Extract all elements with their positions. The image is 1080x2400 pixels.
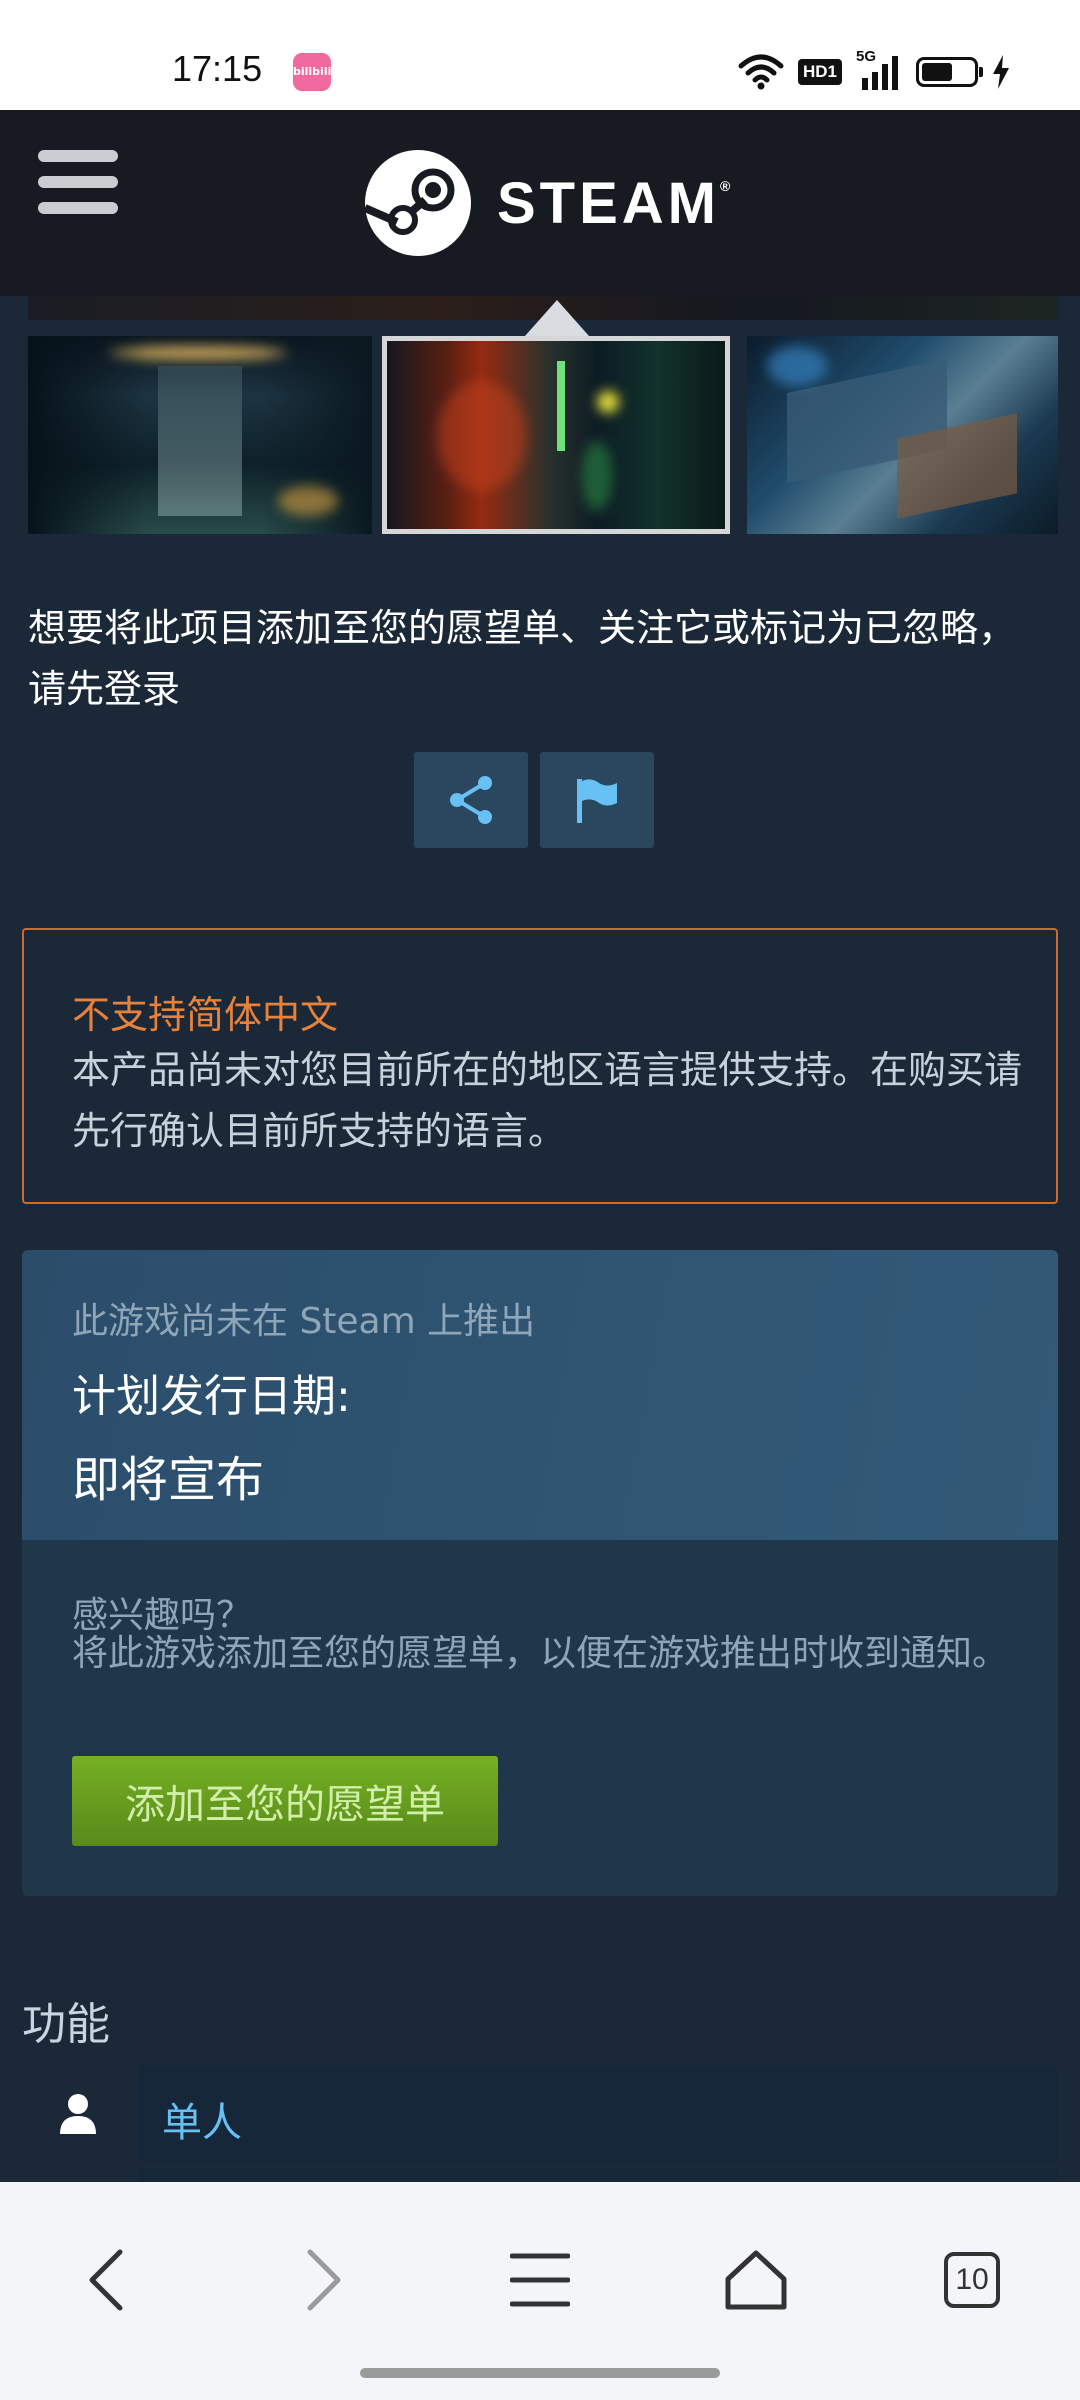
charging-icon [993, 55, 1009, 89]
flag-icon [577, 779, 617, 823]
feature-icon-cell [22, 2066, 134, 2162]
release-status: 此游戏尚未在 Steam 上推出 [72, 1301, 536, 1342]
release-date-section: 此游戏尚未在 Steam 上推出 计划发行日期: 即将宣布 [22, 1250, 1058, 1540]
steam-wordmark: STEAM® [497, 170, 731, 236]
browser-bottom-bar: 10 [0, 2182, 1080, 2400]
status-time: 17:15 [172, 48, 263, 89]
wifi-icon [738, 54, 784, 90]
status-icons: HD1 5G [738, 48, 1010, 94]
steam-logo[interactable]: STEAM® [363, 150, 731, 256]
wishlist-section: 感兴趣吗？ 将此游戏添加至您的愿望单，以便在游戏推出时收到通知。 添加至您的愿望… [22, 1540, 1058, 1896]
warning-body: 本产品尚未对您目前所在的地区语言提供支持。在购买请先行确认目前所支持的语言。 [72, 1048, 1023, 1153]
hd-voice-badge: HD1 [797, 59, 842, 85]
feature-label[interactable]: 单人 [162, 2090, 242, 2148]
back-button[interactable] [58, 2232, 154, 2328]
login-required-note: 想要将此项目添加至您的愿望单、关注它或标记为已忽略，请先登录 [28, 606, 1017, 711]
share-icon [450, 776, 492, 824]
tabs-button[interactable]: 10 [924, 2232, 1020, 2328]
release-date-label: 计划发行日期: [72, 1371, 351, 1422]
feature-item[interactable]: 单人 [22, 2066, 1058, 2162]
menu-button[interactable] [492, 2232, 588, 2328]
gesture-home-indicator[interactable] [360, 2368, 720, 2378]
language-support-warning: 不支持简体中文 本产品尚未对您目前所在的地区语言提供支持。在购买请先行确认目前所… [22, 928, 1058, 1204]
next-feature-row-edge [138, 2168, 1058, 2182]
report-button[interactable] [540, 752, 654, 848]
release-info-panel: 此游戏尚未在 Steam 上推出 计划发行日期: 即将宣布 感兴趣吗？ 将此游戏… [22, 1250, 1058, 1896]
battery-icon [916, 57, 983, 87]
share-button[interactable] [414, 752, 528, 848]
site-header: STEAM® [0, 110, 1080, 296]
interest-title: 感兴趣吗？ [72, 1595, 253, 1636]
list-menu-icon [510, 2253, 570, 2307]
steam-logo-icon [363, 150, 471, 256]
selected-thumbnail-pointer [525, 300, 589, 336]
interest-body: 将此游戏添加至您的愿望单，以便在游戏推出时收到通知。 [72, 1633, 1009, 1674]
back-arrow-icon [89, 2249, 123, 2311]
trademark-symbol: ® [720, 177, 731, 194]
screenshot-thumbnail-1[interactable] [28, 336, 372, 534]
features-heading: 功能 [22, 1999, 110, 2050]
battery-level [922, 63, 952, 81]
tab-count: 10 [944, 2252, 1000, 2308]
add-to-wishlist-button[interactable]: 添加至您的愿望单 [72, 1756, 498, 1846]
single-player-icon [60, 2094, 96, 2134]
home-icon [725, 2250, 787, 2310]
bilibili-notification-icon: bilibili [293, 53, 331, 91]
warning-title: 不支持简体中文 [72, 993, 339, 1037]
cellular-signal-icon: 5G [856, 48, 902, 92]
feature-label-cell: 单人 [138, 2066, 1058, 2162]
screenshot-thumbnail-3[interactable] [747, 336, 1058, 534]
forward-arrow-icon [307, 2249, 341, 2311]
release-date-value: 即将宣布 [72, 1452, 265, 1508]
status-bar: 17:15 bilibili HD1 5G [0, 0, 1080, 110]
home-button[interactable] [708, 2232, 804, 2328]
menu-icon[interactable] [38, 150, 118, 216]
screenshot-thumbnail-2-selected[interactable] [382, 336, 730, 534]
forward-button[interactable] [276, 2232, 372, 2328]
